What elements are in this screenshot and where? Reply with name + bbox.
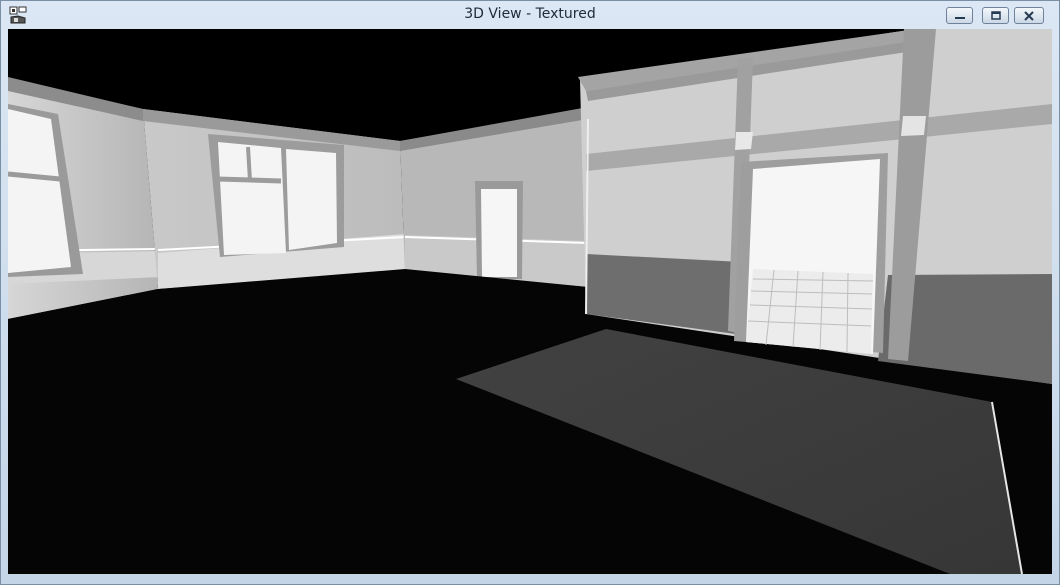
close-button[interactable] bbox=[1014, 7, 1044, 24]
3d-viewport[interactable] bbox=[8, 29, 1052, 574]
3d-scene[interactable] bbox=[8, 29, 1052, 574]
minimize-button[interactable] bbox=[946, 7, 973, 24]
close-icon bbox=[1024, 10, 1034, 21]
window-title: 3D View - Textured bbox=[464, 6, 596, 22]
restore-icon bbox=[990, 10, 1001, 20]
left-wall bbox=[8, 77, 160, 319]
minimize-icon bbox=[954, 16, 965, 19]
app-window: 3D View - Textured bbox=[0, 0, 1060, 585]
restore-button[interactable] bbox=[982, 7, 1009, 24]
title-bar[interactable]: 3D View - Textured bbox=[1, 1, 1059, 28]
